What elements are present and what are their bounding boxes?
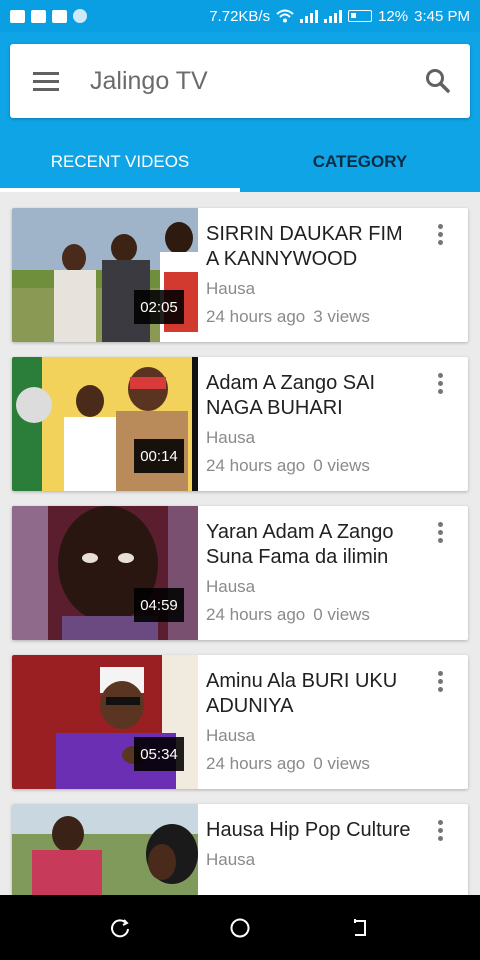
status-bar: 7.72KB/s 12% 3:45 PM — [0, 0, 480, 32]
notification-icons — [10, 9, 87, 23]
tab-label: CATEGORY — [312, 152, 408, 171]
video-card[interactable]: 00:14 Adam A Zango SAI NAGA BUHARI Hausa… — [12, 357, 468, 491]
more-options-button[interactable] — [430, 522, 450, 546]
tab-recent-videos[interactable]: RECENT VIDEOS — [0, 132, 240, 192]
video-thumbnail[interactable]: 04:59 — [12, 506, 198, 640]
search-icon — [426, 69, 450, 93]
video-duration: 00:14 — [134, 439, 184, 473]
more-options-button[interactable] — [430, 671, 450, 695]
tab-label: RECENT VIDEOS — [50, 152, 190, 171]
video-channel: Hausa — [206, 428, 256, 447]
toolbar: Jalingo TV — [10, 44, 470, 118]
video-channel: Hausa — [206, 279, 256, 298]
video-views: 0 views — [313, 605, 370, 624]
app-title: Jalingo TV — [90, 66, 208, 95]
video-title: Adam A Zango SAI NAGA BUHARI — [206, 372, 375, 419]
system-navigation-bar — [0, 895, 480, 960]
video-card[interactable]: 02:05 SIRRIN DAUKAR FIM A KANNYWOOD Haus… — [12, 208, 468, 342]
video-title: SIRRIN DAUKAR FIM A KANNYWOOD — [206, 223, 403, 270]
video-list[interactable]: 02:05 SIRRIN DAUKAR FIM A KANNYWOOD Haus… — [0, 192, 480, 895]
video-views: 0 views — [313, 456, 370, 475]
video-card[interactable]: Hausa Hip Pop Culture Hausa — [12, 804, 468, 895]
battery-level: 12% — [378, 7, 409, 25]
app-header: Jalingo TV RECENT VIDEOS CATEGORY — [0, 32, 480, 192]
sync-icon — [73, 9, 87, 23]
tab-category[interactable]: CATEGORY — [240, 132, 480, 192]
video-thumbnail[interactable]: 00:14 — [12, 357, 198, 491]
video-time-ago: 24 hours ago — [206, 456, 306, 475]
video-time-ago: 24 hours ago — [206, 307, 306, 326]
network-speed: 7.72KB/s — [209, 7, 271, 25]
video-duration: 02:05 — [134, 290, 184, 324]
wifi-icon — [276, 9, 294, 23]
more-options-button[interactable] — [430, 820, 450, 844]
menu-button[interactable] — [10, 44, 82, 118]
signal-icon — [300, 9, 319, 23]
message-icon — [10, 9, 25, 23]
video-time-ago: 24 hours ago — [206, 754, 306, 773]
clock: 3:45 PM — [414, 7, 470, 25]
image-icon — [52, 9, 67, 23]
battery-icon — [348, 10, 373, 22]
home-icon — [230, 918, 250, 937]
back-button[interactable] — [340, 908, 380, 948]
video-duration: 04:59 — [134, 588, 184, 622]
tab-bar: RECENT VIDEOS CATEGORY — [0, 132, 480, 192]
back-icon — [354, 918, 366, 936]
more-options-button[interactable] — [430, 224, 450, 248]
home-button[interactable] — [220, 908, 260, 948]
video-channel: Hausa — [206, 726, 256, 745]
video-channel: Hausa — [206, 577, 256, 596]
video-thumbnail[interactable]: 05:34 — [12, 655, 198, 789]
signal-icon — [324, 9, 343, 23]
hamburger-icon — [33, 71, 59, 75]
mail-icon — [31, 9, 46, 23]
video-views: 0 views — [313, 754, 370, 773]
search-button[interactable] — [406, 44, 470, 118]
video-time-ago: 24 hours ago — [206, 605, 306, 624]
thumbnail-image — [12, 804, 198, 895]
video-title: Aminu Ala BURI UKU ADUNIYA — [206, 670, 398, 717]
video-channel: Hausa — [206, 850, 256, 869]
video-card[interactable]: 05:34 Aminu Ala BURI UKU ADUNIYA Hausa 2… — [12, 655, 468, 789]
more-options-button[interactable] — [430, 373, 450, 397]
video-title: Yaran Adam A Zango Suna Fama da ilimin — [206, 521, 394, 568]
recents-icon — [111, 918, 129, 937]
video-thumbnail[interactable]: 02:05 — [12, 208, 198, 342]
video-views: 3 views — [313, 307, 370, 326]
recents-button[interactable] — [100, 908, 140, 948]
hamburger-icon — [33, 87, 59, 91]
video-card[interactable]: 04:59 Yaran Adam A Zango Suna Fama da il… — [12, 506, 468, 640]
video-duration: 05:34 — [134, 737, 184, 771]
video-thumbnail[interactable] — [12, 804, 198, 895]
hamburger-icon — [33, 79, 59, 83]
video-title: Hausa Hip Pop Culture — [206, 819, 411, 841]
